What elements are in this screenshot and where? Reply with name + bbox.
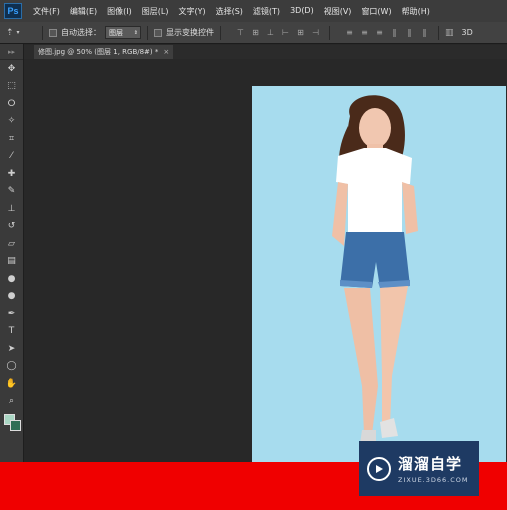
menu-layer[interactable]: 图层(L) (137, 6, 174, 17)
eraser-icon[interactable]: ▱ (0, 235, 23, 253)
divider (329, 25, 330, 40)
divider (438, 25, 439, 40)
pen-icon[interactable]: ✒ (0, 305, 23, 323)
show-transform-label: 显示变换控件 (166, 28, 214, 37)
distribute-right-icon[interactable]: ‖ (419, 28, 430, 38)
clone-stamp-icon[interactable]: ⊥ (0, 200, 23, 218)
marquee-icon[interactable]: ⬚ (0, 78, 23, 96)
chevron-down-icon: ▾ (16, 29, 20, 36)
menu-image[interactable]: 图像(I) (102, 6, 137, 17)
dodge-icon[interactable]: ● (0, 288, 23, 306)
watermark-text: 溜溜自学 ZIXUE.3D66.COM (398, 453, 469, 484)
select-arrows-icon: ⇕ (133, 29, 138, 36)
document-canvas[interactable] (252, 86, 506, 462)
history-brush-icon[interactable]: ↺ (0, 218, 23, 236)
distribute-left-icon[interactable]: ‖ (389, 28, 400, 38)
menu-type[interactable]: 文字(Y) (173, 6, 210, 17)
distribute-buttons: ≡ ≡ ≡ ‖ ‖ ‖ (342, 28, 432, 38)
tool-preset-picker[interactable]: ⇡ ▾ (6, 25, 36, 41)
photoshop-window: Ps 文件(F) 编辑(E) 图像(I) 图层(L) 文字(Y) 选择(S) 滤… (0, 0, 507, 462)
crop-icon[interactable]: ⌗ (0, 130, 23, 148)
align-left-icon[interactable]: ⊢ (280, 28, 291, 38)
menu-filter[interactable]: 滤镜(T) (248, 6, 285, 17)
divider (42, 25, 43, 40)
shape-icon[interactable]: ◯ (0, 358, 23, 376)
auto-select-dropdown[interactable]: 图层 ⇕ (105, 26, 141, 39)
menu-file[interactable]: 文件(F) (28, 6, 65, 17)
distribute-vcenter-icon[interactable]: ≡ (359, 28, 370, 38)
divider (147, 25, 148, 40)
align-right-icon[interactable]: ⊣ (310, 28, 321, 38)
options-bar: ⇡ ▾ 自动选择： 图层 ⇕ 显示变换控件 ⊤ ⊞ ⊥ ⊢ ⊞ ⊣ ≡ ≡ ≡ … (0, 22, 507, 44)
tools-panel: ▸▸ ✥ ⬚ ⵔ ✧ ⌗ ⁄ ✚ ✎ ⊥ ↺ ▱ ▤ ● ● ✒ T ➤ ◯ ✋… (0, 44, 24, 462)
panel-grip-icon[interactable]: ▸▸ (0, 44, 23, 60)
canvas-workspace[interactable] (25, 59, 507, 462)
photo-of-woman (252, 86, 506, 462)
healing-brush-icon[interactable]: ✚ (0, 165, 23, 183)
lasso-icon[interactable]: ⵔ (0, 95, 23, 113)
play-icon (367, 456, 391, 481)
document-tab-title: 修图.jpg @ 50% (图层 1, RGB/8#) * (38, 48, 159, 56)
gradient-icon[interactable]: ▤ (0, 253, 23, 271)
hand-icon[interactable]: ✋ (0, 375, 23, 393)
align-vcenter-icon[interactable]: ⊞ (250, 28, 261, 38)
menu-view[interactable]: 视图(V) (319, 6, 357, 17)
align-top-icon[interactable]: ⊤ (235, 28, 246, 38)
path-select-icon[interactable]: ➤ (0, 340, 23, 358)
align-buttons: ⊤ ⊞ ⊥ ⊢ ⊞ ⊣ (233, 28, 323, 38)
menu-edit[interactable]: 编辑(E) (65, 6, 102, 17)
blur-icon[interactable]: ● (0, 270, 23, 288)
background-color-swatch[interactable] (10, 420, 21, 431)
menu-help[interactable]: 帮助(H) (397, 6, 435, 17)
zoom-icon[interactable]: ⌕ (0, 393, 23, 411)
auto-select-label: 自动选择： (61, 28, 101, 37)
auto-select-checkbox[interactable] (49, 28, 57, 37)
distribute-bottom-icon[interactable]: ≡ (374, 28, 385, 38)
menu-3d[interactable]: 3D(D) (285, 6, 319, 17)
auto-select-value: 图层 (109, 28, 123, 37)
divider (220, 25, 221, 40)
menu-bar: Ps 文件(F) 编辑(E) 图像(I) 图层(L) 文字(Y) 选择(S) 滤… (0, 0, 507, 22)
menu-items: 文件(F) 编辑(E) 图像(I) 图层(L) 文字(Y) 选择(S) 滤镜(T… (28, 6, 435, 17)
auto-align-icon[interactable]: ▥ (445, 28, 454, 38)
move-icon[interactable]: ✥ (0, 60, 23, 78)
magic-wand-icon[interactable]: ✧ (0, 113, 23, 131)
color-swatches (0, 410, 23, 440)
watermark-site: ZIXUE.3D66.COM (398, 476, 469, 484)
eyedropper-icon[interactable]: ⁄ (0, 148, 23, 166)
menu-window[interactable]: 窗口(W) (356, 6, 396, 17)
brush-icon[interactable]: ✎ (0, 183, 23, 201)
distribute-hcenter-icon[interactable]: ‖ (404, 28, 415, 38)
show-transform-checkbox[interactable] (154, 28, 162, 37)
ps-logo: Ps (4, 3, 22, 19)
watermark-title: 溜溜自学 (398, 455, 463, 473)
type-icon[interactable]: T (0, 323, 23, 341)
align-bottom-icon[interactable]: ⊥ (265, 28, 276, 38)
close-icon[interactable]: × (163, 48, 169, 56)
menu-select[interactable]: 选择(S) (211, 6, 248, 17)
document-tab-bar: 修图.jpg @ 50% (图层 1, RGB/8#) * × (24, 45, 507, 59)
watermark-logo: 溜溜自学 ZIXUE.3D66.COM (359, 441, 479, 496)
3d-mode-label[interactable]: 3D (462, 28, 473, 37)
distribute-top-icon[interactable]: ≡ (344, 28, 355, 38)
document-tab[interactable]: 修图.jpg @ 50% (图层 1, RGB/8#) * × (34, 45, 174, 59)
move-tool-icon: ⇡ (6, 27, 14, 38)
align-hcenter-icon[interactable]: ⊞ (295, 28, 306, 38)
